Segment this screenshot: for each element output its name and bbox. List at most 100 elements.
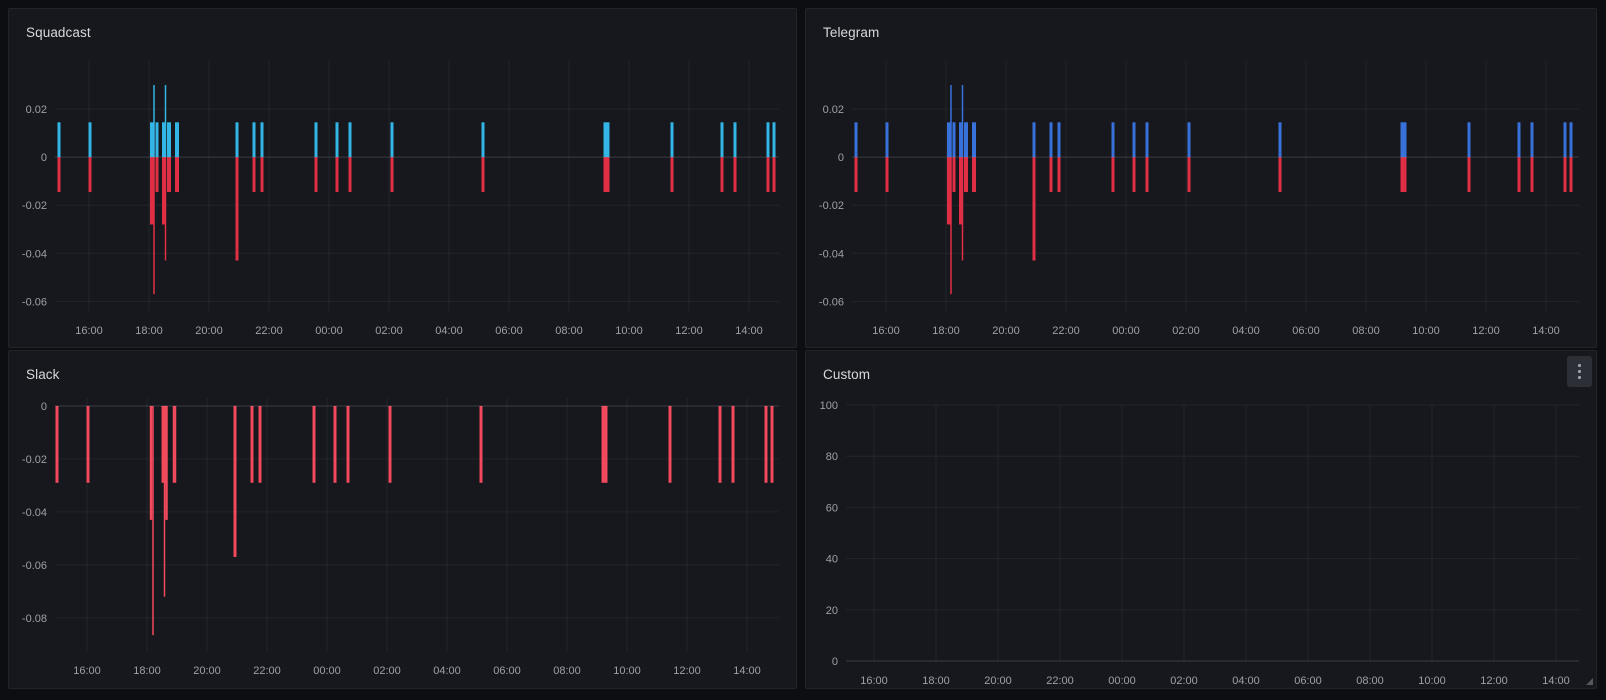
negative-bar xyxy=(250,405,254,483)
y-tick-label: 0.02 xyxy=(26,104,47,116)
panel-custom: Custom 16:00 18:00 20:00 22:00 00:00 02:00 04:… xyxy=(805,350,1597,689)
positive-bar xyxy=(175,122,179,158)
x-tick-label: 02:00 xyxy=(375,325,403,337)
positive-bar xyxy=(167,122,171,158)
x-tick-label: 20:00 xyxy=(992,325,1020,337)
negative-bar xyxy=(235,157,239,261)
x-tick-label: 22:00 xyxy=(1046,675,1074,687)
panel-title-slack[interactable]: Slack xyxy=(26,368,60,382)
kebab-dot xyxy=(1578,376,1581,379)
y-tick-label: -0.08 xyxy=(22,613,47,625)
positive-bar xyxy=(1517,122,1521,158)
x-tick-label: 22:00 xyxy=(255,325,283,337)
negative-bar xyxy=(1032,157,1036,261)
x-tick-label: 14:00 xyxy=(735,325,763,337)
positive-bar xyxy=(1403,122,1407,158)
negative-bar xyxy=(1278,157,1282,193)
negative-bar xyxy=(885,157,889,193)
x-tick-label: 16:00 xyxy=(73,665,101,677)
kebab-menu-icon[interactable] xyxy=(1567,356,1592,387)
negative-bar xyxy=(167,157,171,193)
positive-bar xyxy=(1563,122,1567,158)
negative-bar xyxy=(772,157,776,193)
x-tick-label: 12:00 xyxy=(673,665,701,677)
negative-bar xyxy=(388,405,392,483)
negative-bar xyxy=(668,405,672,483)
negative-bar xyxy=(312,405,316,483)
negative-bar xyxy=(252,157,256,193)
x-tick-label: 08:00 xyxy=(555,325,583,337)
positive-bar xyxy=(733,122,737,158)
y-tick-label: 0 xyxy=(832,656,838,668)
y-tick-label: 0 xyxy=(838,152,844,164)
panel-resize-handle[interactable] xyxy=(1586,678,1593,685)
negative-bar xyxy=(479,405,483,483)
x-tick-label: 12:00 xyxy=(1480,675,1508,687)
positive-bar xyxy=(854,122,858,158)
x-tick-label: 04:00 xyxy=(1232,325,1260,337)
x-tick-label: 08:00 xyxy=(1356,675,1384,687)
x-tick-label: 10:00 xyxy=(615,325,643,337)
negative-bar xyxy=(153,157,155,295)
negative-bar xyxy=(972,157,976,193)
panel-title-custom[interactable]: Custom xyxy=(823,368,870,382)
positive-bar xyxy=(1467,122,1471,158)
positive-bar xyxy=(260,122,264,158)
x-tick-label: 16:00 xyxy=(872,325,900,337)
positive-bar xyxy=(1187,122,1191,158)
x-tick-label: 04:00 xyxy=(435,325,463,337)
positive-bar xyxy=(390,122,394,158)
negative-bar xyxy=(258,405,262,483)
y-tick-label: -0.04 xyxy=(819,248,844,260)
panel-title-telegram[interactable]: Telegram xyxy=(823,26,879,40)
kebab-dot xyxy=(1578,370,1581,373)
x-tick-label: 02:00 xyxy=(1170,675,1198,687)
positive-bar xyxy=(88,122,92,158)
x-tick-label: 06:00 xyxy=(495,325,523,337)
y-tick-label: 60 xyxy=(826,502,838,514)
positive-bar xyxy=(153,85,155,158)
x-tick-label: 08:00 xyxy=(553,665,581,677)
x-tick-label: 10:00 xyxy=(1412,325,1440,337)
negative-bar xyxy=(348,157,352,193)
y-tick-label: 40 xyxy=(826,554,838,566)
telegram-chart-canvas: 16:00 18:00 20:00 22:00 00:00 02:00 04:00 06:00… xyxy=(819,61,1579,337)
x-tick-label: 20:00 xyxy=(984,675,1012,687)
negative-bar xyxy=(601,405,605,483)
negative-bar xyxy=(57,157,61,193)
y-tick-label: 100 xyxy=(820,400,838,412)
negative-bar xyxy=(333,405,337,483)
y-tick-label: 80 xyxy=(826,451,838,463)
x-tick-label: 16:00 xyxy=(75,325,103,337)
negative-bar xyxy=(1517,157,1521,193)
negative-bar xyxy=(314,157,318,193)
positive-bar xyxy=(348,122,352,158)
y-tick-label: 20 xyxy=(826,605,838,617)
custom-chart-canvas: 16:00 18:00 20:00 22:00 00:00 02:00 04:00 06:00… xyxy=(820,400,1579,687)
positive-bar xyxy=(1049,122,1053,158)
negative-bar xyxy=(346,405,350,483)
negative-bar xyxy=(1569,157,1573,193)
panel-title-squadcast[interactable]: Squadcast xyxy=(26,26,91,40)
positive-bar xyxy=(1111,122,1115,158)
x-tick-label: 20:00 xyxy=(195,325,223,337)
negative-bar xyxy=(175,157,179,193)
negative-bar xyxy=(172,405,177,483)
negative-bar xyxy=(766,157,770,193)
positive-bar xyxy=(720,122,724,158)
positive-bar xyxy=(252,122,256,158)
panel-squadcast: Squadcast 16:00 18:00 20:00 22:00 00:00 02:00… xyxy=(8,8,797,348)
y-tick-label: -0.06 xyxy=(22,296,47,308)
positive-bar xyxy=(1569,122,1573,158)
y-tick-label: -0.02 xyxy=(22,200,47,212)
negative-bar xyxy=(603,157,607,193)
negative-bar xyxy=(964,157,968,193)
x-tick-label: 12:00 xyxy=(675,325,703,337)
negative-bar xyxy=(854,157,858,193)
kebab-dot xyxy=(1578,364,1581,367)
negative-bar xyxy=(260,157,264,193)
negative-bar xyxy=(152,405,154,636)
positive-bar xyxy=(57,122,61,158)
x-tick-label: 14:00 xyxy=(1532,325,1560,337)
positive-bar xyxy=(235,122,239,158)
